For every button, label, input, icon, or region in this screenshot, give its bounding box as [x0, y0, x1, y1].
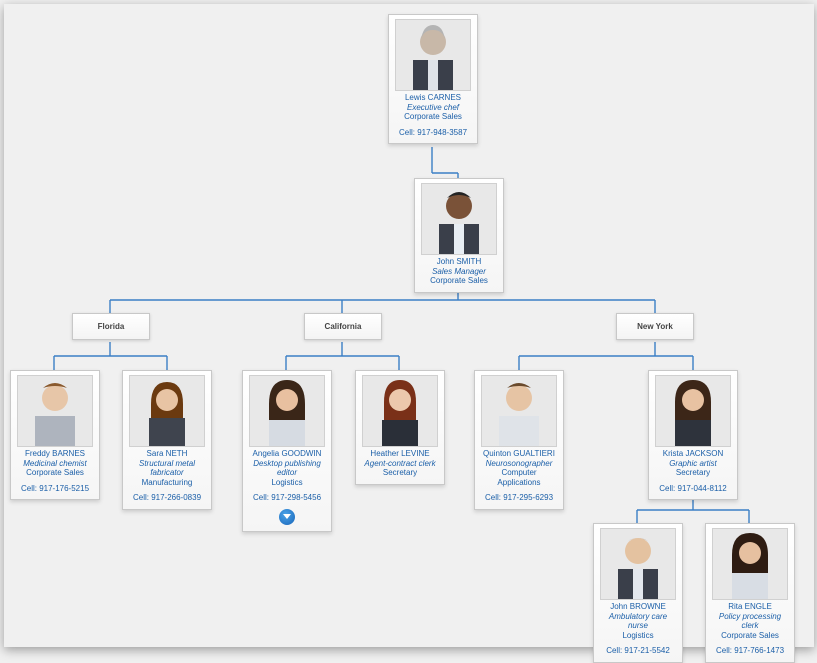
person-name: Lewis CARNES	[393, 93, 473, 103]
person-dept: Secretary	[360, 468, 440, 478]
person-cell: Cell: 917-298-5456	[247, 493, 327, 503]
person-card-rita-engle[interactable]: Rita ENGLE Policy processing clerk Corpo…	[705, 523, 795, 663]
avatar	[17, 375, 93, 447]
person-card-john-browne[interactable]: John BROWNE Ambulatory care nurse Logist…	[593, 523, 683, 663]
person-card-freddy-barnes[interactable]: Freddy BARNES Medicinal chemist Corporat…	[10, 370, 100, 500]
person-role: Medicinal chemist	[15, 459, 95, 469]
person-name: Krista JACKSON	[653, 449, 733, 459]
person-cell: Cell: 917-266-0839	[127, 493, 207, 503]
person-role: Sales Manager	[419, 267, 499, 277]
person-role: Ambulatory care nurse	[598, 612, 678, 631]
person-card-lewis-carnes[interactable]: Lewis CARNES Executive chef Corporate Sa…	[388, 14, 478, 144]
avatar	[481, 375, 557, 447]
region-florida[interactable]: Florida	[72, 313, 150, 340]
avatar	[600, 528, 676, 600]
region-new-york[interactable]: New York	[616, 313, 694, 340]
person-name: Angelia GOODWIN	[247, 449, 327, 459]
person-dept: Logistics	[598, 631, 678, 641]
avatar	[712, 528, 788, 600]
person-cell: Cell: 917-21-5542	[598, 646, 678, 656]
person-dept: Secretary	[653, 468, 733, 478]
person-card-krista-jackson[interactable]: Krista JACKSON Graphic artist Secretary …	[648, 370, 738, 500]
region-california[interactable]: California	[304, 313, 382, 340]
person-name: Sara NETH	[127, 449, 207, 459]
person-card-heather-levine[interactable]: Heather LEVINE Agent-contract clerk Secr…	[355, 370, 445, 485]
person-dept: Corporate Sales	[710, 631, 790, 641]
region-label: California	[325, 322, 362, 331]
person-cell: Cell: 917-948-3587	[393, 128, 473, 138]
person-cell: Cell: 917-295-6293	[479, 493, 559, 503]
person-cell: Cell: 917-766-1473	[710, 646, 790, 656]
person-name: John BROWNE	[598, 602, 678, 612]
person-card-angelia-goodwin[interactable]: Angelia GOODWIN Desktop publishing edito…	[242, 370, 332, 532]
person-role: Structural metal fabricator	[127, 459, 207, 478]
avatar	[362, 375, 438, 447]
avatar	[395, 19, 471, 91]
person-name: Freddy BARNES	[15, 449, 95, 459]
person-role: Graphic artist	[653, 459, 733, 469]
expand-icon[interactable]	[279, 509, 295, 525]
person-card-sara-neth[interactable]: Sara NETH Structural metal fabricator Ma…	[122, 370, 212, 510]
person-cell: Cell: 917-044-8112	[653, 484, 733, 494]
avatar	[655, 375, 731, 447]
person-role: Neurosonographer	[479, 459, 559, 469]
person-dept: Logistics	[247, 478, 327, 488]
person-name: Heather LEVINE	[360, 449, 440, 459]
region-label: Florida	[98, 322, 125, 331]
person-card-quinton-gualtieri[interactable]: Quinton GUALTIERI Neurosonographer Compu…	[474, 370, 564, 510]
region-label: New York	[637, 322, 673, 331]
avatar	[421, 183, 497, 255]
avatar	[249, 375, 325, 447]
person-dept: Corporate Sales	[393, 112, 473, 122]
person-dept: Corporate Sales	[419, 276, 499, 286]
person-name: Rita ENGLE	[710, 602, 790, 612]
person-role: Policy processing clerk	[710, 612, 790, 631]
person-role: Desktop publishing editor	[247, 459, 327, 478]
person-dept: Corporate Sales	[15, 468, 95, 478]
person-role: Agent-contract clerk	[360, 459, 440, 469]
person-name: John SMITH	[419, 257, 499, 267]
person-dept: Computer Applications	[479, 468, 559, 487]
avatar	[129, 375, 205, 447]
person-role: Executive chef	[393, 103, 473, 113]
person-name: Quinton GUALTIERI	[479, 449, 559, 459]
person-cell: Cell: 917-176-5215	[15, 484, 95, 494]
person-dept: Manufacturing	[127, 478, 207, 488]
person-card-john-smith[interactable]: John SMITH Sales Manager Corporate Sales	[414, 178, 504, 293]
